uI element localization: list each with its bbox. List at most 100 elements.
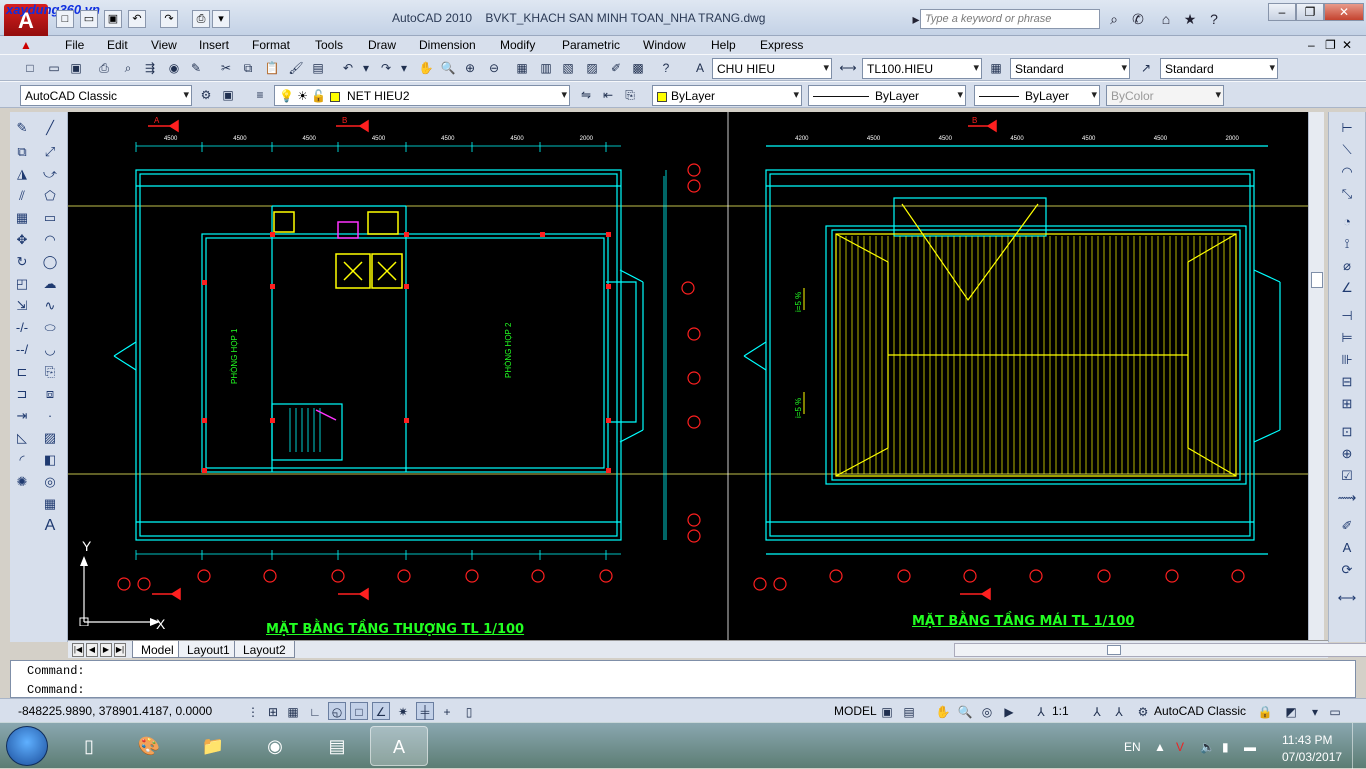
coordinate-readout[interactable]: -848225.9890, 378901.4187, 0.0000 [18, 704, 212, 718]
region-icon[interactable]: ◎ [40, 472, 60, 492]
annotation-scale-value[interactable]: 1:1 [1052, 704, 1069, 718]
angular-icon[interactable]: ∠ [1337, 278, 1357, 298]
break-icon[interactable]: ⊐ [12, 384, 32, 404]
network-icon[interactable]: ▮ [1222, 740, 1229, 754]
ellipse-arc-icon[interactable]: ◡ [40, 340, 60, 360]
zoom-realtime-icon[interactable]: 🔍 [438, 58, 458, 78]
break-at-point-icon[interactable]: ⊏ [12, 362, 32, 382]
tab-model[interactable]: Model [132, 641, 183, 658]
arc-icon[interactable]: ◠ [40, 230, 60, 250]
zoom-status-icon[interactable]: 🔍 [956, 702, 974, 720]
open-folder-icon[interactable]: ▭ [80, 10, 98, 28]
quickcalc-icon[interactable]: ▩ [628, 58, 648, 78]
cut-icon[interactable]: ✂ [216, 58, 236, 78]
properties-icon[interactable]: ▦ [512, 58, 532, 78]
table-style-select[interactable]: Standard [1010, 58, 1130, 79]
tab-layout2[interactable]: Layout2 [234, 641, 295, 658]
restore-button[interactable]: ❐ [1296, 3, 1324, 21]
text-style-icon[interactable]: A [690, 58, 710, 78]
revision-cloud-icon[interactable]: ☁ [40, 274, 60, 294]
clock-date[interactable]: 07/03/2017 [1282, 750, 1342, 764]
layer-states-icon[interactable]: ⎘ [620, 85, 640, 105]
document-icon[interactable]: ▲ [20, 38, 32, 52]
continue-icon[interactable]: ⊪ [1337, 350, 1357, 370]
table-icon[interactable]: ▦ [40, 494, 60, 514]
table-style-icon[interactable]: ▦ [986, 58, 1006, 78]
menu-window[interactable]: Window [643, 38, 686, 52]
close-button[interactable]: ✕ [1324, 3, 1364, 21]
polygon-icon[interactable]: ⬠ [40, 186, 60, 206]
baseline-icon[interactable]: ⊨ [1337, 328, 1357, 348]
3d-dwf-icon[interactable]: ◉ [164, 58, 184, 78]
array-icon[interactable]: ▦ [12, 208, 32, 228]
plot-icon[interactable]: ⎙ [192, 10, 210, 28]
etransmit-icon[interactable]: ✎ [186, 58, 206, 78]
menu-express[interactable]: Express [760, 38, 803, 52]
menu-tools[interactable]: Tools [315, 38, 343, 52]
layer-previous-icon[interactable]: ⇤ [598, 85, 618, 105]
inspection-icon[interactable]: ☑ [1337, 466, 1357, 486]
scale-icon[interactable]: ◰ [12, 274, 32, 294]
plot-icon[interactable]: ⎙ [94, 58, 114, 78]
match-properties-icon[interactable]: 🖌 [286, 58, 306, 78]
trim-icon[interactable]: -/- [12, 318, 32, 338]
minimize-button[interactable]: – [1268, 3, 1296, 21]
dim-break-icon[interactable]: ⊞ [1337, 394, 1357, 414]
phone-app-icon[interactable]: ▯ [60, 726, 118, 766]
offset-icon[interactable]: ⫽ [12, 186, 32, 206]
open-icon[interactable]: ▭ [44, 58, 64, 78]
jogged-icon[interactable]: ⟟ [1337, 234, 1357, 254]
arc-length-icon[interactable]: ◠ [1337, 162, 1357, 182]
dimension-text-edit-icon[interactable]: A [1337, 538, 1357, 558]
dimension-style-icon[interactable]: ⟷ [1337, 588, 1357, 608]
ellipse-icon[interactable]: ⬭ [40, 318, 60, 338]
make-block-icon[interactable]: ⧈ [40, 384, 60, 404]
layer-select[interactable]: 💡 ☀ 🔓 NET HIEU2 [274, 85, 570, 106]
text-style-select[interactable]: CHU HIEU [712, 58, 832, 79]
polar-tracking-icon[interactable]: ◵ [328, 702, 346, 720]
ortho-mode-icon[interactable]: ∟ [306, 702, 324, 720]
infer-constraints-icon[interactable]: ⋮ [244, 702, 262, 720]
redo-icon[interactable]: ↷ [160, 10, 178, 28]
command-window[interactable]: Command: Command: [10, 660, 1356, 698]
qnew-icon[interactable]: □ [20, 58, 40, 78]
tool-palettes-icon[interactable]: ▧ [558, 58, 578, 78]
steering-wheel-icon[interactable]: ◎ [978, 702, 996, 720]
winrar-app-icon[interactable]: ▤ [308, 726, 366, 766]
communication-center-icon[interactable]: ✆ [1128, 9, 1148, 29]
explode-icon[interactable]: ✺ [12, 472, 32, 492]
help-icon[interactable]: ? [656, 58, 676, 78]
annotation-visibility-icon[interactable]: ⅄ [1088, 702, 1106, 720]
menu-dimension[interactable]: Dimension [419, 38, 476, 52]
center-mark-icon[interactable]: ⊕ [1337, 444, 1357, 464]
stretch-icon[interactable]: ⇲ [12, 296, 32, 316]
rectangle-icon[interactable]: ▭ [40, 208, 60, 228]
linetype-select[interactable]: ByLayer [808, 85, 966, 106]
diameter-icon[interactable]: ⌀ [1337, 256, 1357, 276]
qat-dropdown-icon[interactable]: ▾ [212, 10, 230, 28]
show-desktop-button[interactable] [1352, 723, 1366, 769]
tolerance-icon[interactable]: ⊡ [1337, 422, 1357, 442]
dynamic-input-icon[interactable]: ╪ [416, 702, 434, 720]
object-snap-tracking-icon[interactable]: ∠ [372, 702, 390, 720]
quick-dimension-icon[interactable]: ⊣ [1337, 306, 1357, 326]
vertical-scroll-thumb[interactable] [1311, 272, 1323, 288]
doc-minimize-icon[interactable]: – [1308, 38, 1315, 52]
dim-style-select[interactable]: TL100.HIEU [862, 58, 982, 79]
circle-icon[interactable]: ◯ [40, 252, 60, 272]
object-snap-icon[interactable]: □ [350, 702, 368, 720]
mirror-icon[interactable]: ◮ [12, 164, 32, 184]
subscription-icon[interactable]: ⌂ [1156, 9, 1176, 29]
annotation-scale-icon[interactable]: ⅄ [1032, 702, 1050, 720]
first-layout-icon[interactable]: |◀ [72, 643, 84, 657]
redo-icon[interactable]: ↷ [376, 58, 396, 78]
dimension-update-icon[interactable]: ⟳ [1337, 560, 1357, 580]
binoculars-icon[interactable]: ⌕ [1104, 9, 1124, 29]
make-object-layer-current-icon[interactable]: ⇋ [576, 85, 596, 105]
antivirus-icon[interactable]: V [1176, 740, 1184, 754]
show-hidden-icons-icon[interactable]: ▲ [1154, 740, 1166, 754]
aligned-dimension-icon[interactable]: ⟍ [1337, 140, 1357, 160]
hatch-icon[interactable]: ▨ [40, 428, 60, 448]
layer-properties-icon[interactable]: ≡ [250, 85, 270, 105]
menu-insert[interactable]: Insert [199, 38, 229, 52]
